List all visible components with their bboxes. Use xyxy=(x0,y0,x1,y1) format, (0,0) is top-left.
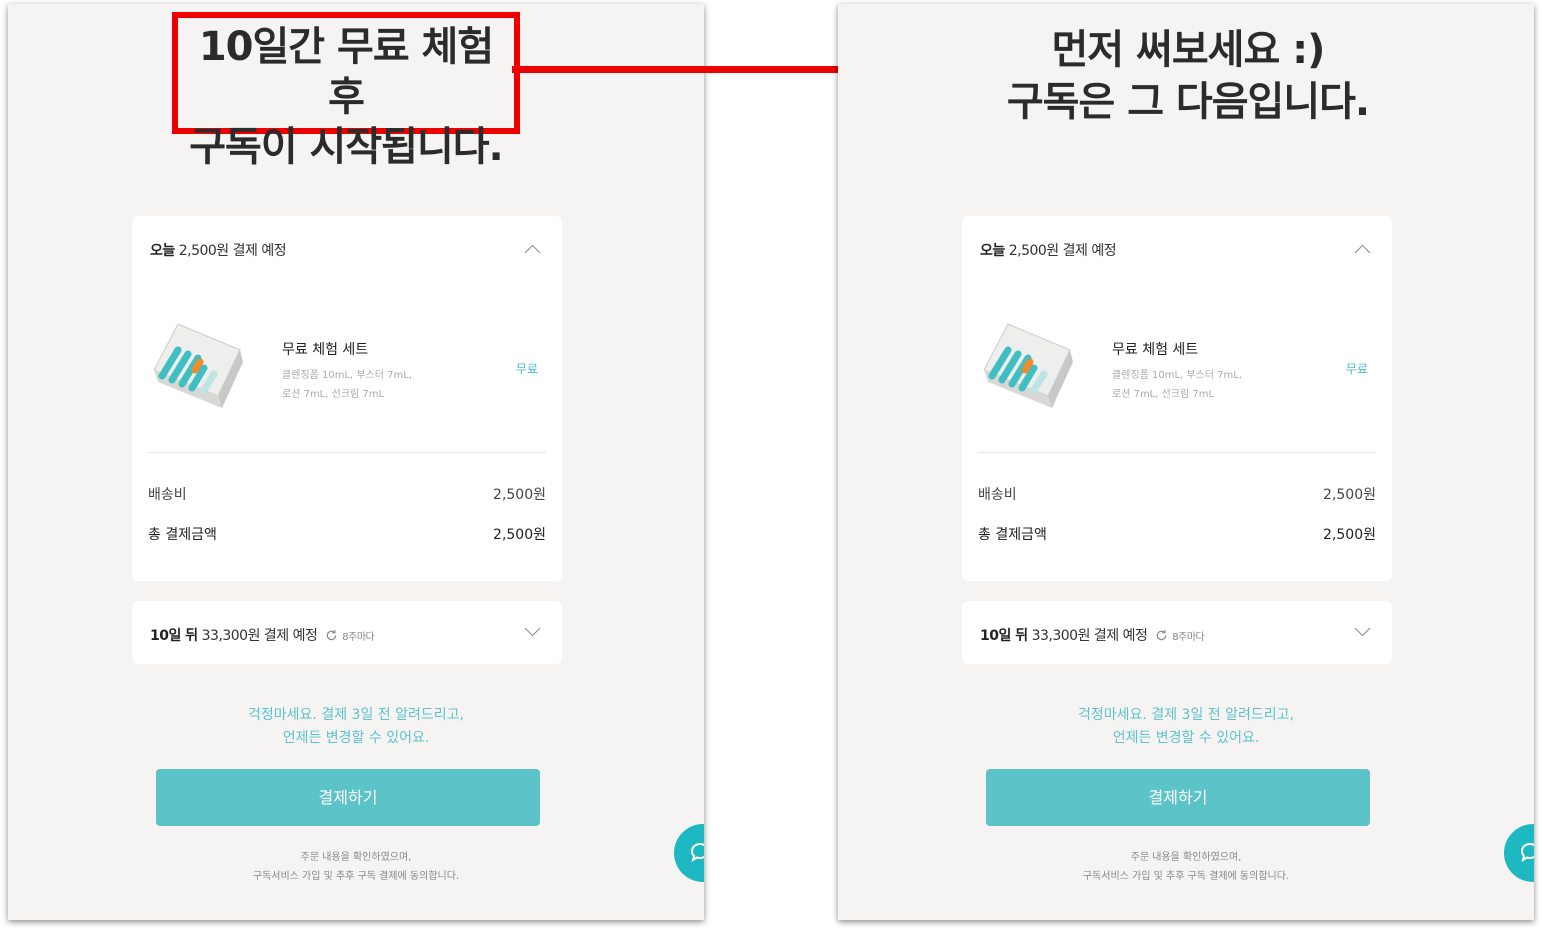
today-payment-header[interactable]: 오늘 2,500원 결제 예정 xyxy=(150,240,287,260)
later-amount-text: 33,300원 결제 예정 xyxy=(1031,628,1148,644)
footnote-line-1: 주문 내용을 확인하였으며, xyxy=(1130,852,1242,863)
shipping-value: 2,500원 xyxy=(1323,487,1376,503)
headline-line-2: 구독은 그 다음입니다. xyxy=(1006,79,1370,125)
consent-footnote: 주문 내용을 확인하였으며, 구독서비스 가입 및 추후 구독 결제에 동의합니… xyxy=(838,848,1534,886)
left-headline: 10일간 무료 체험 후 구독이 시작됩니다. xyxy=(172,12,520,170)
product-desc-line-1: 클렌징폼 10mL, 부스터 7mL, xyxy=(282,370,413,381)
product-desc-line-1: 클렌징폼 10mL, 부스터 7mL, xyxy=(1112,370,1243,381)
product-description: 클렌징폼 10mL, 부스터 7mL, 로션 7mL, 선크림 7mL xyxy=(1112,366,1262,404)
product-name: 무료 체험 세트 xyxy=(1112,342,1199,358)
total-value: 2,500원 xyxy=(1323,527,1376,543)
cycle-text: 8주마다 xyxy=(342,632,375,643)
footnote-line-1: 주문 내용을 확인하였으며, xyxy=(300,852,412,863)
product-image xyxy=(983,323,1073,408)
later-payment-header: 10일 뒤 33,300원 결제 예정 8주마다 xyxy=(150,625,375,645)
chevron-up-icon[interactable] xyxy=(1354,244,1371,261)
shipping-label: 배송비 xyxy=(148,487,187,503)
today-payment-card: 오늘 2,500원 결제 예정 무료 체험 세트 클렌징폼 10mL, 부스터 … xyxy=(962,216,1392,581)
divider xyxy=(148,452,546,453)
footnote-line-2: 구독서비스 가입 및 추후 구독 결제에 동의합니다. xyxy=(252,871,460,882)
later-amount-text: 33,300원 결제 예정 xyxy=(201,628,318,644)
product-desc-line-2: 로션 7mL, 선크림 7mL xyxy=(1112,389,1215,400)
today-payment-card: 오늘 2,500원 결제 예정 무료 체험 세트 클렌징폼 10mL, 부스터 … xyxy=(132,216,562,581)
total-label: 총 결제금액 xyxy=(978,527,1047,543)
left-screen-panel: 10일간 무료 체험 후 구독이 시작됩니다. 오늘 2,500원 결제 예정 … xyxy=(8,4,704,920)
total-value: 2,500원 xyxy=(493,527,546,543)
chevron-down-icon[interactable] xyxy=(1354,620,1371,637)
today-amount-text: 2,500원 결제 예정 xyxy=(1008,243,1117,259)
product-desc-line-2: 로션 7mL, 선크림 7mL xyxy=(282,389,385,400)
chevron-down-icon[interactable] xyxy=(524,620,541,637)
later-payment-card[interactable]: 10일 뒤 33,300원 결제 예정 8주마다 xyxy=(132,601,562,664)
today-amount-text: 2,500원 결제 예정 xyxy=(178,243,287,259)
later-payment-card[interactable]: 10일 뒤 33,300원 결제 예정 8주마다 xyxy=(962,601,1392,664)
reassurance-notice: 걱정마세요. 결제 3일 전 알려드리고, 언제든 변경할 수 있어요. xyxy=(8,704,704,750)
cycle-icon xyxy=(327,630,337,641)
today-label: 오늘 xyxy=(150,243,175,259)
product-description: 클렌징폼 10mL, 부스터 7mL, 로션 7mL, 선크림 7mL xyxy=(282,366,432,404)
product-price: 무료 xyxy=(1345,362,1368,376)
reassurance-notice: 걱정마세요. 결제 3일 전 알려드리고, 언제든 변경할 수 있어요. xyxy=(838,704,1534,750)
pay-button[interactable]: 결제하기 xyxy=(986,769,1370,826)
total-label: 총 결제금액 xyxy=(148,527,217,543)
consent-footnote: 주문 내용을 확인하였으며, 구독서비스 가입 및 추후 구독 결제에 동의합니… xyxy=(8,848,704,886)
footnote-line-2: 구독서비스 가입 및 추후 구독 결제에 동의합니다. xyxy=(1082,871,1290,882)
notice-line-2: 언제든 변경할 수 있어요. xyxy=(1112,730,1260,746)
notice-line-1: 걱정마세요. 결제 3일 전 알려드리고, xyxy=(1078,707,1294,723)
shipping-value: 2,500원 xyxy=(493,487,546,503)
product-image xyxy=(153,323,243,408)
notice-line-1: 걱정마세요. 결제 3일 전 알려드리고, xyxy=(248,707,464,723)
headline-line-1: 먼저 써보세요 :) xyxy=(1051,27,1326,73)
cycle-icon xyxy=(1157,630,1167,641)
product-price: 무료 xyxy=(515,362,538,376)
later-payment-header: 10일 뒤 33,300원 결제 예정 8주마다 xyxy=(980,625,1205,645)
today-label: 오늘 xyxy=(980,243,1005,259)
shipping-label: 배송비 xyxy=(978,487,1017,503)
pay-button[interactable]: 결제하기 xyxy=(156,769,540,826)
today-payment-header[interactable]: 오늘 2,500원 결제 예정 xyxy=(980,240,1117,260)
chat-icon xyxy=(1521,843,1534,863)
headline-line-1: 10일간 무료 체험 후 xyxy=(198,24,494,120)
divider xyxy=(978,452,1376,453)
right-screen-panel: 먼저 써보세요 :) 구독은 그 다음입니다. 오늘 2,500원 결제 예정 … xyxy=(838,4,1534,920)
right-headline: 먼저 써보세요 :) 구독은 그 다음입니다. xyxy=(838,24,1534,128)
chevron-up-icon[interactable] xyxy=(524,244,541,261)
product-name: 무료 체험 세트 xyxy=(282,342,369,358)
chat-icon xyxy=(691,843,704,863)
later-label: 10일 뒤 xyxy=(150,628,198,644)
later-label: 10일 뒤 xyxy=(980,628,1028,644)
notice-line-2: 언제든 변경할 수 있어요. xyxy=(282,730,430,746)
cycle-text: 8주마다 xyxy=(1172,632,1205,643)
headline-line-2: 구독이 시작됩니다. xyxy=(189,124,504,170)
